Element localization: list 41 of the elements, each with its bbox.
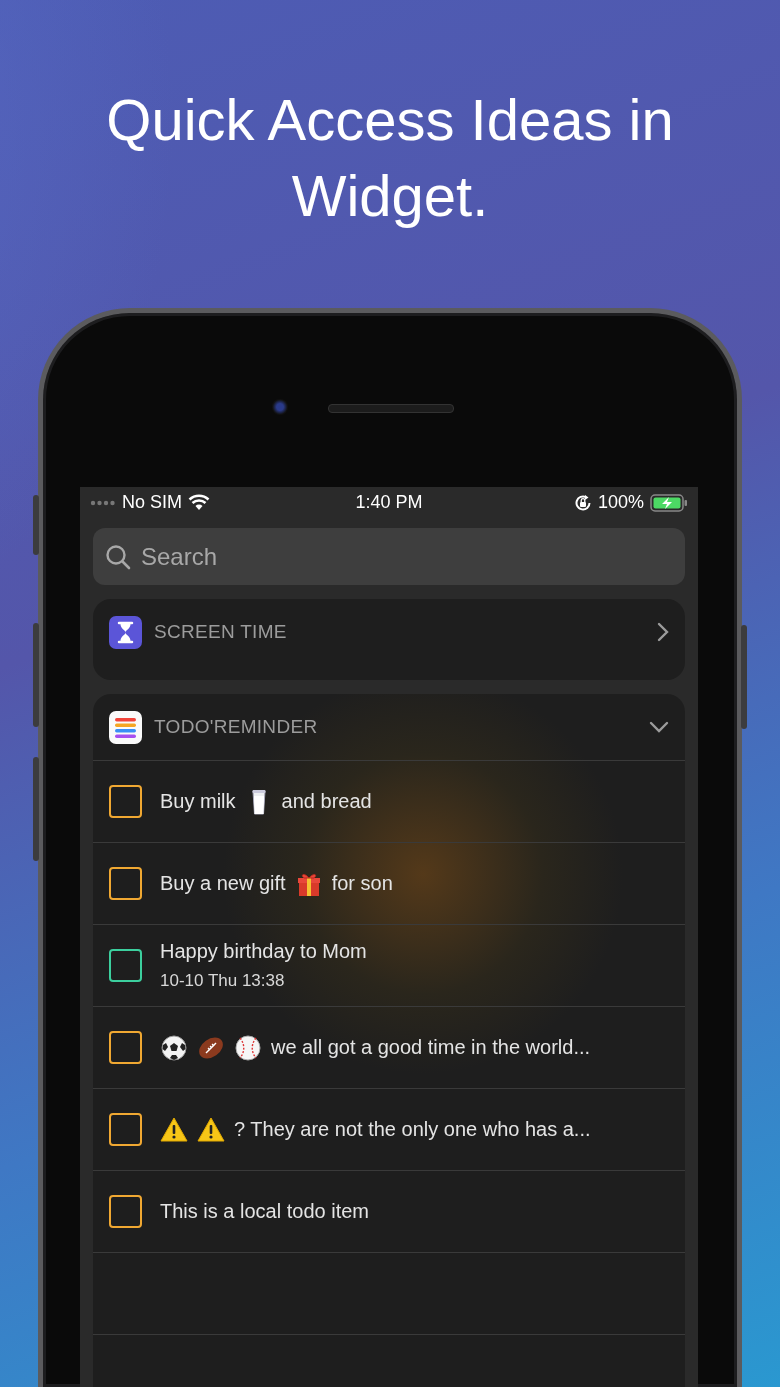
checkbox[interactable] bbox=[109, 1113, 142, 1146]
baseball-icon bbox=[234, 1033, 262, 1062]
rotation-lock-icon bbox=[573, 493, 592, 512]
todo-text: Buy milk bbox=[160, 790, 236, 813]
headline: Quick Access Ideas in Widget. bbox=[105, 86, 675, 230]
todo-row[interactable]: This is a local todo item bbox=[93, 1170, 685, 1252]
todo-text: This is a local todo item bbox=[160, 1200, 369, 1223]
widget-header[interactable]: SCREEN TIME bbox=[93, 599, 685, 665]
checkbox[interactable] bbox=[109, 785, 142, 818]
due-date: 10-10 Thu 13:38 bbox=[160, 971, 286, 991]
todo-row[interactable]: we all got a good time in the world... bbox=[93, 1006, 685, 1088]
checkbox[interactable] bbox=[109, 949, 142, 982]
todo-row[interactable]: ? They are not the only one who has a... bbox=[93, 1088, 685, 1170]
widget-title: TODO'REMINDER bbox=[154, 716, 319, 738]
todo-text: for son bbox=[331, 872, 393, 895]
warning-icon bbox=[197, 1115, 225, 1144]
warning-icon bbox=[160, 1115, 188, 1144]
todo-text: and bread bbox=[281, 790, 372, 813]
wifi-icon bbox=[188, 494, 210, 511]
widget-title: SCREEN TIME bbox=[154, 621, 288, 643]
signal-icon bbox=[90, 499, 116, 506]
carrier-label: No SIM bbox=[122, 492, 182, 513]
battery-percent: 100% bbox=[597, 492, 644, 513]
todo-text: we all got a good time in the world... bbox=[271, 1036, 591, 1059]
todo-row[interactable]: Happy birthday to Mom 10-10 Thu 13:38 bbox=[93, 924, 685, 1006]
camera bbox=[272, 399, 288, 415]
todo-row[interactable]: Buy milk and bread bbox=[93, 760, 685, 842]
widget-header[interactable]: TODO'REMINDER bbox=[93, 694, 685, 760]
search-field[interactable]: Search bbox=[93, 528, 685, 585]
todo-text: Happy birthday to Mom bbox=[160, 940, 367, 963]
battery-icon bbox=[650, 493, 688, 512]
checkbox[interactable] bbox=[109, 1195, 142, 1228]
list-app-icon bbox=[109, 710, 142, 744]
soccer-ball-icon bbox=[160, 1033, 188, 1062]
todo-row[interactable]: Buy a new gift for son bbox=[93, 842, 685, 924]
todo-text: Buy a new gift bbox=[160, 872, 286, 895]
hourglass-icon bbox=[109, 615, 142, 649]
checkbox[interactable] bbox=[109, 1031, 142, 1064]
todo-text: ? They are not the only one who has a... bbox=[234, 1118, 591, 1141]
clock-time: 1:40 PM bbox=[355, 492, 423, 513]
checkbox[interactable] bbox=[109, 867, 142, 900]
